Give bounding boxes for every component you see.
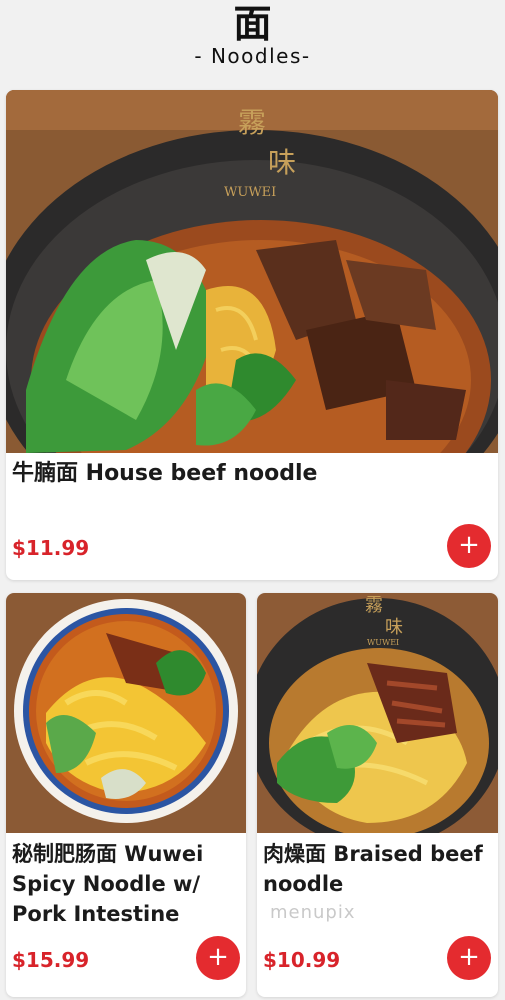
- add-to-cart-button[interactable]: +: [196, 936, 240, 980]
- bowl-brand-en: WUWEI: [367, 638, 399, 647]
- bowl-brand-cn2: 味: [268, 146, 296, 179]
- plus-icon: +: [458, 530, 480, 560]
- item-title: 秘制肥肠面 Wuwei Spicy Noodle w/ Pork Intesti…: [12, 842, 204, 926]
- item-price: $11.99: [12, 536, 90, 560]
- add-to-cart-button[interactable]: +: [447, 524, 491, 568]
- plus-icon: +: [458, 942, 480, 972]
- menu-item-card-spicy-noodle-pork-intestine[interactable]: 秘制肥肠面 Wuwei Spicy Noodle w/ Pork Intesti…: [6, 593, 246, 997]
- bowl-brand-en: WUWEI: [224, 185, 276, 200]
- section-title-chinese: 面: [233, 1, 272, 46]
- add-to-cart-button[interactable]: +: [447, 936, 491, 980]
- menu-item-card-braised-beef-noodle[interactable]: 霧 味 WUWEI 肉燥面 Braised beef noodle $10.99…: [257, 593, 498, 997]
- plus-icon: +: [207, 942, 229, 972]
- bowl-brand-cn1: 霧: [238, 106, 266, 139]
- bowl-brand-cn2: 味: [385, 617, 403, 638]
- menu-item-card-house-beef-noodle[interactable]: 霧 味 WUWEI 牛腩面 House beef noodle $11.99 +: [6, 90, 498, 580]
- item-title: 牛腩面 House beef noodle: [12, 461, 318, 486]
- watermark: menupix: [270, 902, 356, 923]
- house-beef-noodle-photo: 霧 味 WUWEI: [6, 90, 498, 453]
- braised-beef-noodle-photo: 霧 味 WUWEI: [257, 593, 498, 833]
- item-price: $10.99: [263, 948, 341, 972]
- bowl-brand-cn1: 霧: [365, 595, 383, 616]
- spicy-noodle-photo: [6, 593, 246, 833]
- section-header: 面 - Noodles-: [0, 0, 505, 80]
- section-title-english: - Noodles-: [194, 44, 311, 68]
- item-price: $15.99: [12, 948, 90, 972]
- item-title: 肉燥面 Braised beef noodle: [263, 842, 483, 896]
